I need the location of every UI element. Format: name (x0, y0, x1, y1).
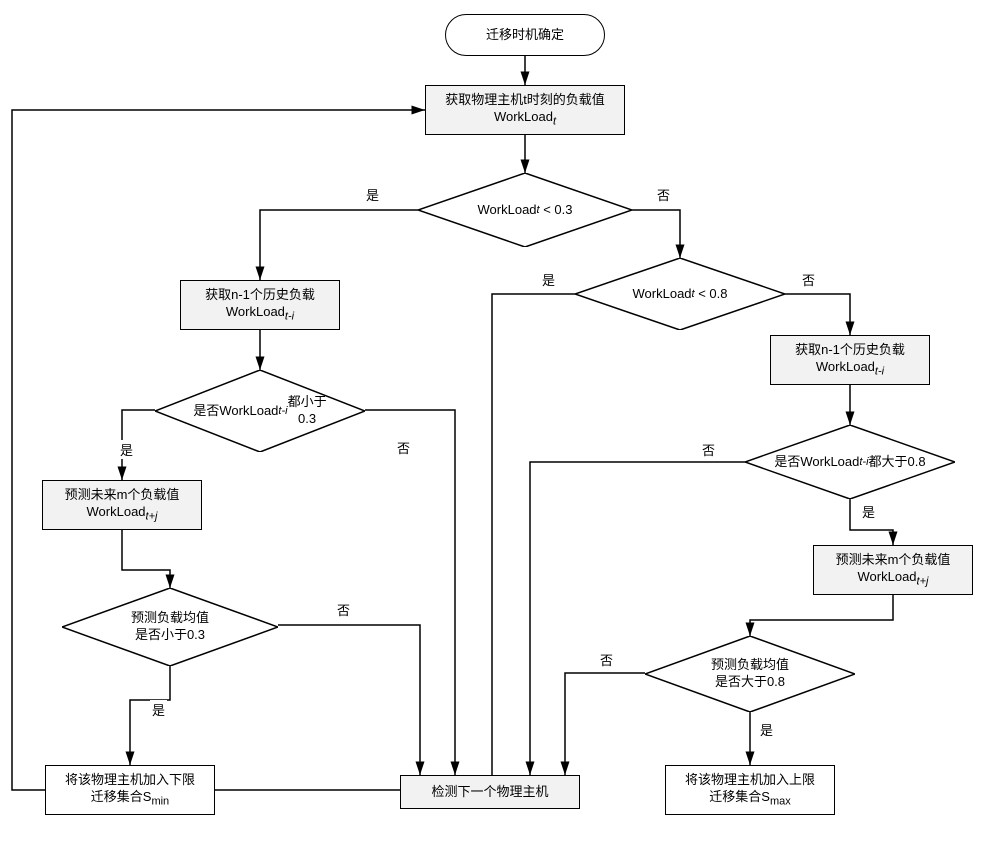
edge-label-no: 否 (395, 438, 412, 457)
process-label: 获取物理主机t时刻的负载值WorkLoadt (445, 91, 605, 130)
process-get-workload: 获取物理主机t时刻的负载值WorkLoadt (425, 85, 625, 135)
decision-text: 是否WorkLoadt-i都小于0.3 (155, 370, 365, 452)
process-predict-right: 预测未来m个负载值WorkLoadt+j (813, 545, 973, 595)
process-label: 预测未来m个负载值WorkLoadt+j (836, 551, 951, 590)
process-label: 预测未来m个负载值WorkLoadt+j (65, 486, 180, 525)
decision-pred-gt-08: 预测负载均值是否大于0.8 (645, 636, 855, 712)
edge-label-no: 否 (598, 650, 615, 669)
process-label: 将该物理主机加入上限迁移集合Smax (685, 771, 815, 810)
edge-label-no: 否 (700, 440, 717, 459)
edge-label-no: 否 (800, 270, 817, 289)
decision-text: 预测负载均值是否大于0.8 (645, 636, 855, 712)
decision-text: 预测负载均值是否小于0.3 (62, 588, 278, 666)
decision-wl-lt-03: WorkLoadt < 0.3 (418, 173, 632, 247)
decision-hist-gt-08: 是否WorkLoadt-i都大于0.8 (745, 425, 955, 499)
edge-label-no: 否 (335, 600, 352, 619)
edge-label-yes: 是 (860, 502, 877, 521)
process-label: 检测下一个物理主机 (431, 783, 548, 801)
edge-label-yes: 是 (150, 700, 167, 719)
decision-pred-lt-03: 预测负载均值是否小于0.3 (62, 588, 278, 666)
edge-label-yes: 是 (118, 440, 135, 459)
decision-wl-lt-08: WorkLoadt < 0.8 (575, 258, 785, 330)
process-check-next: 检测下一个物理主机 (400, 775, 580, 809)
edge-label-yes: 是 (540, 270, 557, 289)
process-add-smin: 将该物理主机加入下限迁移集合Smin (45, 765, 215, 815)
process-predict-left: 预测未来m个负载值WorkLoadt+j (42, 480, 202, 530)
decision-hist-lt-03: 是否WorkLoadt-i都小于0.3 (155, 370, 365, 452)
process-label: 获取n-1个历史负载WorkLoadt-i (205, 286, 315, 325)
edge-label-no: 否 (655, 185, 672, 204)
terminator-start: 迁移时机确定 (445, 14, 605, 56)
process-label: 将该物理主机加入下限迁移集合Smin (65, 771, 195, 810)
decision-text: 是否WorkLoadt-i都大于0.8 (745, 425, 955, 499)
terminator-label: 迁移时机确定 (486, 26, 564, 44)
process-hist-left: 获取n-1个历史负载WorkLoadt-i (180, 280, 340, 330)
edge-label-yes: 是 (758, 720, 775, 739)
edge-label-yes: 是 (364, 185, 381, 204)
decision-text: WorkLoadt < 0.8 (575, 258, 785, 330)
decision-text: WorkLoadt < 0.3 (418, 173, 632, 247)
process-hist-right: 获取n-1个历史负载WorkLoadt-i (770, 335, 930, 385)
process-label: 获取n-1个历史负载WorkLoadt-i (795, 341, 905, 380)
process-add-smax: 将该物理主机加入上限迁移集合Smax (665, 765, 835, 815)
